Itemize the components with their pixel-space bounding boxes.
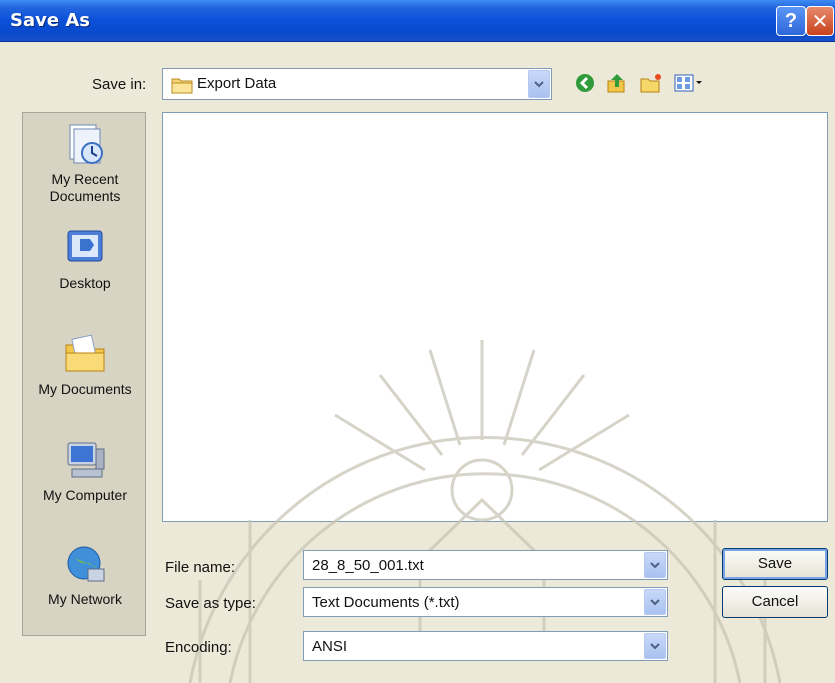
save-in-label: Save in: xyxy=(92,76,147,93)
close-button[interactable]: ✕ xyxy=(806,6,834,36)
save-in-value: Export Data xyxy=(197,75,277,92)
place-label: My Computer xyxy=(42,487,128,503)
title-bar[interactable]: Save As ? ✕ xyxy=(0,0,835,42)
place-label: My Documents xyxy=(38,381,132,397)
places-bar: My Recent Documents Desktop My Documents… xyxy=(22,112,146,636)
save-in-dropdown[interactable]: Export Data xyxy=(162,68,552,100)
close-icon: ✕ xyxy=(811,10,829,33)
encoding-value: ANSI xyxy=(312,638,348,655)
place-my-network[interactable]: My Network xyxy=(23,541,147,608)
save-as-type-dropdown[interactable]: Text Documents (*.txt) xyxy=(303,587,668,617)
my-network-icon xyxy=(62,541,108,587)
help-button[interactable]: ? xyxy=(776,6,806,36)
file-name-label: File name: xyxy=(165,559,236,576)
place-label: My Recent Documents xyxy=(49,171,121,204)
my-computer-icon xyxy=(62,437,108,483)
chevron-down-icon[interactable] xyxy=(644,589,666,615)
my-documents-icon xyxy=(62,331,108,377)
file-name-value: 28_8_50_001.txt xyxy=(312,557,424,574)
views-menu-icon[interactable] xyxy=(672,70,706,96)
up-folder-icon[interactable] xyxy=(604,70,630,96)
place-recent-documents[interactable]: My Recent Documents xyxy=(23,121,147,205)
encoding-dropdown[interactable]: ANSI xyxy=(303,631,668,661)
back-icon[interactable] xyxy=(572,70,598,96)
encoding-label: Encoding: xyxy=(165,639,232,656)
chevron-down-icon[interactable] xyxy=(644,552,666,578)
save-as-type-label: Save as type: xyxy=(165,595,256,612)
file-name-input[interactable]: 28_8_50_001.txt xyxy=(303,550,668,580)
place-label: Desktop xyxy=(59,275,111,291)
place-desktop[interactable]: Desktop xyxy=(23,225,147,292)
new-folder-icon[interactable] xyxy=(638,70,664,96)
recent-documents-icon xyxy=(62,121,108,167)
file-list[interactable] xyxy=(162,112,828,522)
cancel-button[interactable]: Cancel xyxy=(722,586,828,618)
save-as-type-value: Text Documents (*.txt) xyxy=(312,594,460,611)
folder-icon xyxy=(171,76,193,98)
chevron-down-icon[interactable] xyxy=(528,70,550,98)
save-button[interactable]: Save xyxy=(722,548,828,580)
place-my-documents[interactable]: My Documents xyxy=(23,331,147,398)
chevron-down-icon[interactable] xyxy=(644,633,666,659)
place-label: My Network xyxy=(48,591,122,607)
place-my-computer[interactable]: My Computer xyxy=(23,437,147,504)
window-title: Save As xyxy=(10,10,90,31)
desktop-icon xyxy=(62,225,108,271)
help-icon: ? xyxy=(784,9,798,32)
